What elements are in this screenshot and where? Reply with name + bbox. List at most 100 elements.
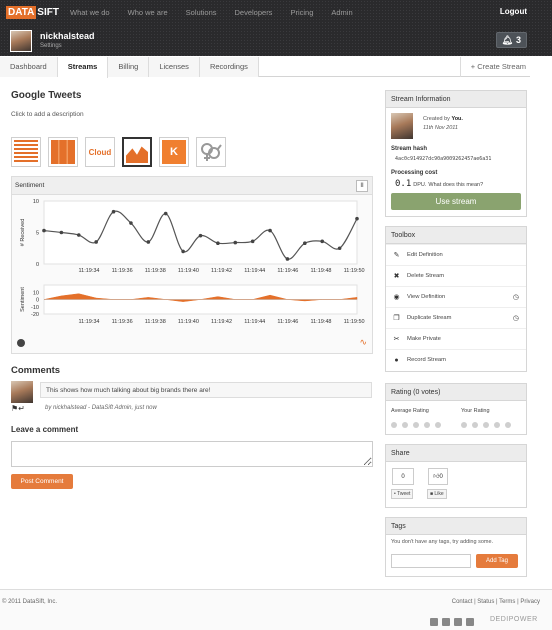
received-data-point — [233, 240, 238, 245]
comment-avatar — [11, 381, 33, 403]
star-icon[interactable] — [483, 422, 489, 428]
tool-duplicate-stream[interactable]: ❐ Duplicate Stream ◷ — [386, 307, 526, 328]
tweet-count: 0 — [392, 468, 414, 485]
flag-reply-icon[interactable]: ⚑↵ — [11, 404, 25, 413]
logo-box: DATA — [6, 6, 37, 19]
clock-icon[interactable]: ◷ — [513, 293, 519, 301]
tool-label: Record Stream — [407, 357, 446, 363]
received-data-point — [42, 228, 46, 233]
star-icon[interactable] — [472, 422, 478, 428]
logout-link[interactable]: Logout — [500, 7, 527, 16]
cross-icon: ✖ — [393, 273, 400, 280]
twitter-icon[interactable] — [454, 618, 462, 626]
like-button[interactable]: ■ Like — [427, 489, 447, 499]
copy-icon: ❐ — [393, 315, 400, 322]
tool-record-stream[interactable]: ● Record Stream — [386, 349, 526, 370]
footer-links[interactable]: Contact | Status | Terms | Privacy — [452, 599, 540, 605]
star-icon[interactable] — [505, 422, 511, 428]
nav-admin[interactable]: Admin — [331, 8, 352, 17]
x-tick-label: 11:19:42 — [211, 319, 232, 325]
x-tick-label: 11:19:34 — [78, 319, 99, 325]
like-count-value: 0 — [439, 474, 443, 480]
tab-recordings[interactable]: Recordings — [199, 57, 259, 77]
share-box: Share 0 👍︎0 • Tweet ■ Like — [385, 444, 527, 508]
tool-make-private[interactable]: ✂ Make Private — [386, 328, 526, 349]
stream-description[interactable]: Click to add a description — [11, 111, 84, 118]
star-icon — [435, 422, 441, 428]
post-comment-button[interactable]: Post Comment — [11, 474, 73, 489]
pencil-icon: ✎ — [393, 252, 400, 259]
map-icon[interactable] — [48, 137, 78, 167]
x-tick-label: 11:19:46 — [277, 319, 298, 325]
star-icon[interactable] — [494, 422, 500, 428]
tab-billing[interactable]: Billing — [108, 57, 150, 77]
tag-input[interactable] — [391, 554, 471, 568]
stream-hash[interactable]: 4ac0c914927dc90a9009262457ae6a31 — [395, 156, 491, 162]
bell-icon: 🔔︎ — [501, 34, 513, 45]
datasift-logo[interactable]: DATA SIFT — [6, 6, 59, 19]
username[interactable]: nickhalstead — [40, 31, 95, 41]
cost-value: 0.1 — [395, 179, 412, 189]
average-rating-label: Average Rating — [391, 408, 429, 414]
rating-box: Rating (0 votes) Average Rating Your Rat… — [385, 383, 527, 435]
use-stream-button[interactable]: Use stream — [391, 193, 521, 210]
tool-view-definition[interactable]: ◉ View Definition ◷ — [386, 286, 526, 307]
social-links — [430, 618, 474, 626]
tab-streams[interactable]: Streams — [57, 57, 109, 78]
rss-icon[interactable] — [430, 618, 438, 626]
tag-cloud-icon[interactable]: Cloud — [85, 137, 115, 167]
stripes-icon[interactable] — [11, 137, 41, 167]
facebook-icon[interactable] — [442, 618, 450, 626]
toolbox-box: Toolbox ✎ Edit Definition ✖ Delete Strea… — [385, 226, 527, 372]
cost-unit: DPU. — [413, 182, 427, 188]
klout-text: K — [162, 140, 186, 164]
y-axis-label: Sentiment — [20, 287, 26, 312]
linkedin-icon[interactable] — [466, 618, 474, 626]
user-avatar[interactable] — [10, 30, 32, 52]
top-bar: DATA SIFT What we do Who we are Solution… — [0, 0, 552, 56]
tab-licenses[interactable]: Licenses — [149, 57, 200, 77]
nav-what-we-do[interactable]: What we do — [70, 8, 110, 17]
notifications-button[interactable]: 🔔︎ 3 — [495, 32, 527, 48]
received-data-point — [163, 211, 168, 216]
star-icon[interactable] — [461, 422, 467, 428]
received-data-point — [59, 230, 64, 235]
tool-edit-definition[interactable]: ✎ Edit Definition — [386, 244, 526, 265]
y-tick-label: 0 — [36, 262, 39, 268]
plot-area — [43, 200, 358, 265]
created-by: Created by You. — [423, 116, 463, 122]
like-count: 👍︎0 — [428, 468, 448, 485]
stream-info-box: Stream Information Created by You. 11th … — [385, 90, 527, 217]
nav-developers[interactable]: Developers — [235, 8, 273, 17]
sentiment-chart-icon[interactable] — [122, 137, 152, 167]
leave-comment-title: Leave a comment — [11, 425, 79, 434]
spark-line-icon[interactable]: ∿ — [359, 337, 367, 348]
cost-help-link[interactable]: What does this mean? — [428, 182, 483, 188]
private-icon: ✂ — [393, 336, 400, 343]
logo-text: SIFT — [37, 7, 59, 18]
stream-title[interactable]: Google Tweets — [11, 90, 81, 101]
x-tick-label: 11:19:50 — [344, 268, 365, 274]
add-tag-button[interactable]: Add Tag — [476, 554, 518, 568]
nav-pricing[interactable]: Pricing — [290, 8, 313, 17]
star-icon — [413, 422, 419, 428]
comment-input[interactable] — [11, 441, 373, 467]
nav-solutions[interactable]: Solutions — [186, 8, 217, 17]
tab-dashboard[interactable]: Dashboard — [0, 57, 58, 77]
stream-info-title: Stream Information — [386, 91, 526, 108]
received-data-point — [94, 240, 98, 244]
y-tick-label: 5 — [36, 231, 39, 237]
pause-button[interactable]: II — [356, 180, 368, 192]
globe-icon[interactable] — [17, 339, 25, 347]
gender-icon[interactable] — [196, 137, 226, 167]
settings-link[interactable]: Settings — [40, 43, 62, 49]
klout-icon[interactable]: K — [159, 137, 189, 167]
clock-icon[interactable]: ◷ — [513, 314, 519, 322]
tool-delete-stream[interactable]: ✖ Delete Stream — [386, 265, 526, 286]
x-tick-label: 11:19:38 — [145, 319, 166, 325]
nav-who-we-are[interactable]: Who we are — [128, 8, 168, 17]
x-tick-label: 11:19:44 — [244, 268, 265, 274]
received-data-point — [111, 209, 116, 214]
tweet-button[interactable]: • Tweet — [391, 489, 414, 499]
create-stream-button[interactable]: + Create Stream — [459, 57, 530, 77]
